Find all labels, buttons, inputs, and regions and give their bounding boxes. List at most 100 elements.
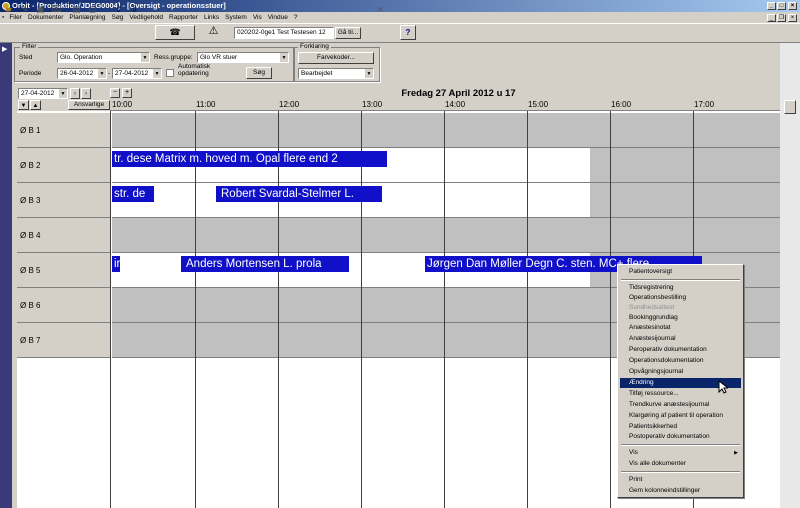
dropdown-arrow-icon[interactable]: ▼ [97, 69, 106, 78]
arrow-down-icon[interactable]: ⇩ [128, 3, 141, 16]
menu-item-vis-label: Vis [629, 449, 638, 456]
search-button[interactable]: Søg [246, 67, 272, 79]
menu-system[interactable]: System [222, 12, 250, 23]
warning-icon[interactable]: ⚠ [207, 25, 220, 38]
booking-block[interactable]: Anders Mortensen L. prola [181, 256, 349, 272]
delete-icon[interactable]: ⌧ [50, 3, 63, 16]
dropdown-arrow-icon[interactable]: ▼ [140, 53, 149, 62]
menu-item-opvaagningsjournal[interactable]: Opvågningsjournal [620, 367, 741, 377]
menu-vis[interactable]: Vis [250, 12, 265, 23]
hour-label: 11:00 [196, 100, 216, 109]
menu-item-gem-kolonne[interactable]: Gem kolonneindstillinger [620, 486, 741, 496]
menu-item-print[interactable]: Print [620, 475, 741, 485]
menu-separator [621, 471, 740, 473]
patient-field[interactable]: 020202-0ge1 Test Testesen 12 [234, 27, 334, 39]
booking-block[interactable]: tr. dese Matrix m. hoved m. Opal flere e… [112, 151, 387, 167]
close-icon[interactable]: × [788, 2, 797, 10]
edit-icon[interactable]: ✎ [18, 3, 31, 16]
booking-block[interactable]: Robert Svardal-Stelmer L. [216, 186, 382, 202]
minimize-icon[interactable]: _ [767, 2, 776, 10]
grid-line [527, 111, 528, 508]
goto-button[interactable]: Gå til... [335, 27, 361, 39]
mdi-restore-icon[interactable]: ❐ [777, 14, 786, 22]
room-row-label[interactable]: Ø B 5 [17, 253, 110, 288]
help-icon[interactable]: ? [400, 25, 416, 40]
patient-lookup-icon[interactable]: ☎ [155, 25, 195, 40]
menu-item-patientoversigt[interactable]: Patientoversigt [620, 267, 741, 277]
room-row-label[interactable]: Ø B 1 [17, 113, 110, 148]
menu-item-anaestesinotat[interactable]: Anæstesinotat [620, 323, 741, 333]
mdi-minimize-icon[interactable]: _ [767, 14, 776, 22]
open-folder-icon[interactable]: ▰ [2, 3, 15, 16]
period-from-value: 26-04-2012 [60, 70, 94, 77]
auto-label-line2: opdatering [178, 70, 209, 77]
maximize-icon[interactable]: □ [777, 2, 786, 10]
menu-help[interactable]: ? [291, 12, 301, 23]
menu-item-bookinggrundlag[interactable]: Bookinggrundlag [620, 313, 741, 323]
color-codes-button[interactable]: Farvekoder... [298, 52, 374, 64]
booking-block[interactable]: str. de [112, 186, 154, 202]
menu-item-anaestesijournal[interactable]: Anæstesijournal [620, 334, 741, 344]
ansvarlige-button[interactable]: Ansvarlige [68, 100, 110, 110]
clear-icon[interactable]: ✕ [374, 3, 387, 16]
menu-item-operationsdokumentation[interactable]: Operationsdokumentation [620, 356, 741, 366]
menu-item-vis-alle[interactable]: Vis alle dokumenter [620, 459, 741, 469]
auto-label-line1: Automatisk [178, 63, 211, 70]
expand-icon[interactable]: ▼ [18, 100, 29, 110]
period-from-field[interactable]: 26-04-2012 ▼ [57, 68, 107, 79]
filter-group-label: Filter [20, 43, 39, 51]
menu-item-vis[interactable]: Vis ▶ [620, 448, 741, 458]
menu-separator [621, 279, 740, 281]
scroll-thumb[interactable] [784, 100, 796, 114]
ress-gruppe-select[interactable]: Glo VR stuer ▼ [197, 52, 289, 63]
menu-item-tidsregistrering[interactable]: Tidsregistrering [620, 283, 741, 293]
room-timeline[interactable] [112, 183, 780, 218]
grid-line [361, 111, 362, 508]
menu-links[interactable]: Links [201, 12, 222, 23]
arrow-up-icon[interactable]: ⇧ [112, 3, 125, 16]
sted-select[interactable]: Glo. Operation ▼ [57, 52, 150, 63]
side-panel-strip[interactable] [0, 43, 12, 508]
zoom-out-icon[interactable]: − [110, 88, 120, 98]
dropdown-arrow-icon[interactable]: ▼ [58, 89, 67, 98]
hour-label: 17:00 [694, 100, 715, 109]
schedule-day-title: Fredag 27 April 2012 u 17 [401, 88, 516, 99]
collapse-icon[interactable]: ▲ [30, 100, 41, 110]
room-timeline[interactable] [112, 113, 780, 148]
menu-item-klargoring[interactable]: Klargøring af patient til operation [620, 411, 741, 421]
auto-update-checkbox[interactable] [166, 69, 174, 77]
room-row-label[interactable]: Ø B 6 [17, 288, 110, 323]
room-row-label[interactable]: Ø B 7 [17, 323, 110, 358]
menu-item-trendkurve[interactable]: Trendkurve anæstesijournal [620, 400, 741, 410]
preview-icon[interactable]: ▤ [70, 3, 83, 16]
menu-item-sundhedsattest: Sundhedsattest [629, 304, 675, 311]
booking-block[interactable]: ir [112, 256, 120, 272]
room-row-label[interactable]: Ø B 4 [17, 218, 110, 253]
mdi-close-icon[interactable]: × [788, 14, 797, 22]
dropdown-arrow-icon[interactable]: ▼ [152, 69, 161, 78]
status-value: Bearbejdet [301, 70, 333, 77]
period-to-field[interactable]: 27-04-2012 ▼ [112, 68, 162, 79]
prev-day-icon[interactable]: ‹ [70, 88, 80, 99]
room-row-label[interactable]: Ø B 3 [17, 183, 110, 218]
print-icon[interactable]: ⎙ [86, 3, 99, 16]
next-day-icon[interactable]: › [81, 88, 91, 99]
schedule-date-field[interactable]: 27-04-2012 ▼ [18, 88, 68, 99]
room-row-label[interactable]: Ø B 2 [17, 148, 110, 183]
hour-label: 12:00 [279, 100, 300, 109]
status-select[interactable]: Bearbejdet ▼ [298, 68, 374, 79]
menu-item-patientsikkerhed[interactable]: Patientsikkerhed [620, 422, 741, 432]
grid-line [610, 111, 611, 508]
dropdown-arrow-icon[interactable]: ▼ [279, 53, 288, 62]
menu-item-operationsbestilling[interactable]: Operationsbestilling [620, 293, 741, 303]
menu-item-peroperativ[interactable]: Peroperativ dokumentation [620, 345, 741, 355]
dropdown-arrow-icon[interactable]: ▼ [364, 69, 373, 78]
save-icon[interactable]: ▣ [34, 3, 47, 16]
room-timeline[interactable] [112, 218, 780, 253]
menu-item-postoperativ[interactable]: Postoperativ dokumentation [620, 432, 741, 442]
expand-arrow-icon[interactable]: ▶ [2, 45, 7, 53]
zoom-in-icon[interactable]: + [122, 88, 132, 98]
hour-label: 14:00 [445, 100, 466, 109]
menu-vindue[interactable]: Vindue [265, 12, 291, 23]
menu-rapporter[interactable]: Rapporter [166, 12, 201, 23]
